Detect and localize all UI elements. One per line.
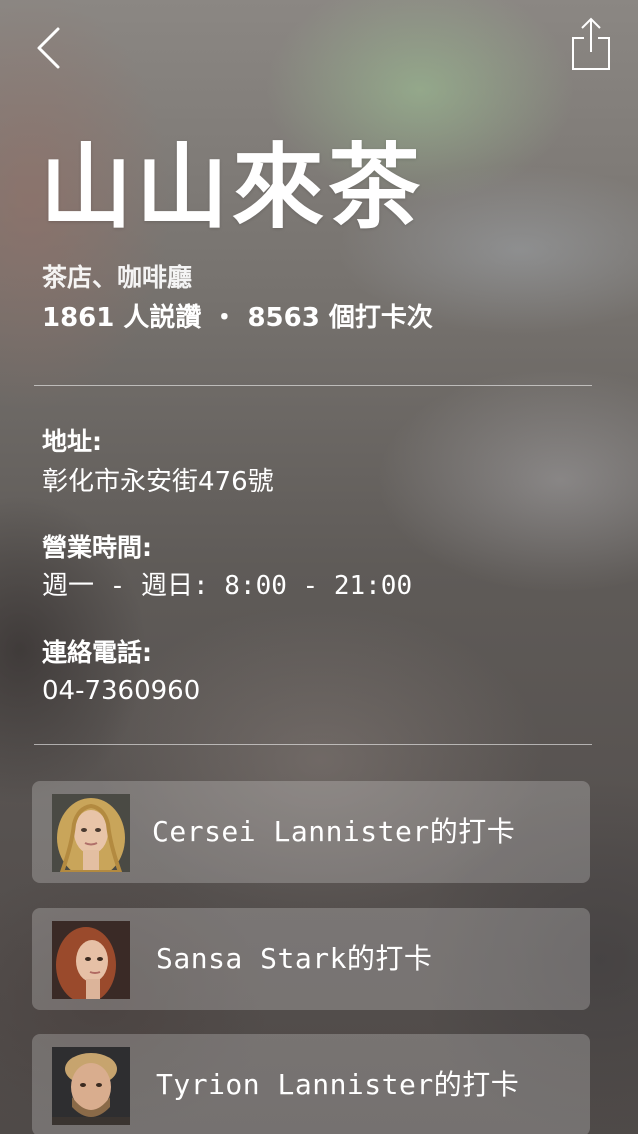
chevron-left-icon bbox=[37, 27, 60, 69]
avatar bbox=[52, 794, 130, 872]
address-value[interactable]: 彰化市永安街476號 bbox=[42, 465, 274, 499]
hours-label: 營業時間: bbox=[42, 533, 152, 562]
checkin-label: Sansa Stark的打卡 bbox=[156, 942, 433, 975]
place-stats: 1861 人説讚・ 8563 個打卡次 bbox=[42, 301, 433, 335]
checkin-item[interactable]: Tyrion Lannister的打卡 bbox=[32, 1034, 590, 1134]
checkin-item[interactable]: Cersei Lannister的打卡 bbox=[32, 781, 590, 883]
checkin-item[interactable]: Sansa Stark的打卡 bbox=[32, 908, 590, 1010]
place-category: 茶店、咖啡廳 bbox=[42, 263, 193, 292]
likes-count: 1861 人説讚 bbox=[42, 303, 202, 333]
checkin-label: Tyrion Lannister的打卡 bbox=[156, 1068, 520, 1101]
avatar bbox=[52, 921, 130, 999]
stats-separator: ・ bbox=[211, 303, 238, 333]
place-title: 山山來茶 bbox=[40, 134, 425, 241]
place-page: 山山來茶 茶店、咖啡廳 1861 人説讚・ 8563 個打卡次 地址: 彰化市永安… bbox=[0, 0, 638, 1134]
address-label: 地址: bbox=[42, 427, 102, 456]
checkins-count: 8563 個打卡次 bbox=[247, 303, 433, 333]
phone-label: 連絡電話: bbox=[42, 638, 152, 667]
avatar bbox=[52, 1047, 130, 1125]
divider-bottom bbox=[34, 744, 592, 745]
share-button[interactable] bbox=[570, 16, 612, 72]
back-button[interactable] bbox=[34, 26, 66, 72]
divider-top bbox=[34, 385, 592, 386]
share-icon bbox=[572, 17, 610, 70]
phone-value[interactable]: 04-7360960 bbox=[42, 674, 200, 708]
checkin-label: Cersei Lannister的打卡 bbox=[152, 815, 516, 848]
hours-value: 週一 - 週日: 8:00 - 21:00 bbox=[42, 571, 413, 601]
